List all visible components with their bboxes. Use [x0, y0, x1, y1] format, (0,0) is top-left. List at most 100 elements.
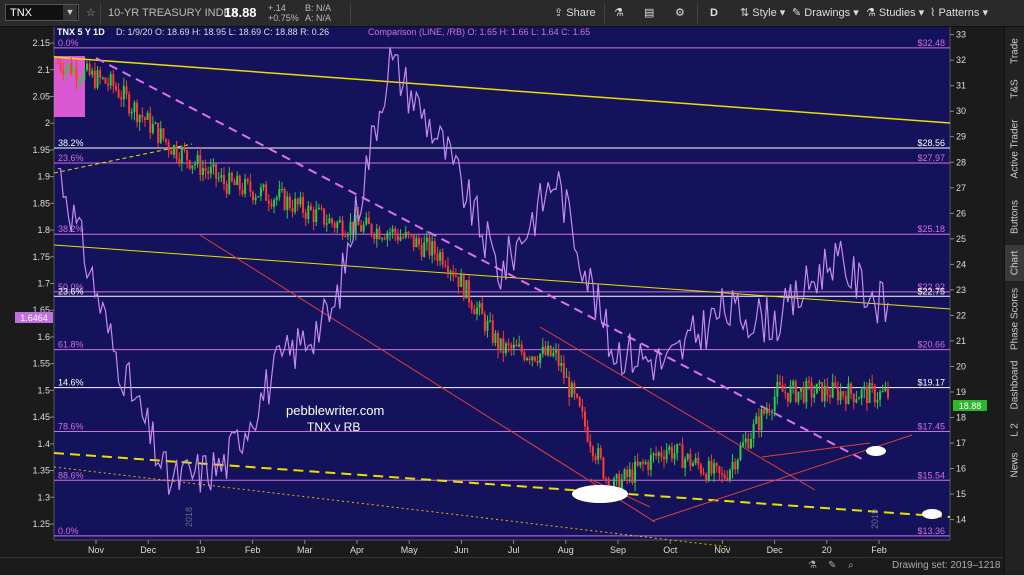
drawing-set-label: Drawing set: 2019–1218: [892, 560, 1001, 571]
candle-body: [507, 343, 510, 345]
candle-body: [273, 200, 276, 207]
candle-body: [439, 252, 442, 261]
fib-level-right-label: $27.97: [917, 153, 945, 163]
candle-body: [470, 302, 473, 310]
candle-body: [175, 145, 178, 159]
side-tab-news[interactable]: News: [1005, 447, 1024, 483]
fib-level-left-label: 88.6%: [58, 470, 84, 480]
candle-body: [489, 320, 492, 322]
x-axis-label: Jul: [508, 545, 520, 555]
candle-body: [244, 179, 247, 194]
right-axis-label: 32: [956, 55, 966, 65]
side-tab-t-s[interactable]: T&S: [1005, 71, 1024, 107]
candle-body: [544, 346, 547, 355]
candle-body: [586, 426, 589, 442]
candle-body: [826, 385, 829, 396]
candle-body: [868, 382, 871, 403]
candle-body: [452, 271, 455, 276]
candle-body: [209, 166, 212, 174]
candle-body: [873, 386, 876, 403]
side-tab-phase-scores[interactable]: Phase Scores: [1005, 283, 1024, 355]
side-tab-label: Chart: [1009, 250, 1021, 276]
candle-body: [420, 244, 423, 257]
gear-icon[interactable]: ⚙: [675, 0, 685, 26]
candle-body: [444, 264, 447, 267]
candle-body: [59, 62, 62, 70]
left-axis-label: 1.95: [32, 145, 50, 155]
candle-body: [763, 409, 766, 414]
highlight-ellipse-1: [572, 485, 628, 503]
candle-body: [172, 145, 175, 155]
candle-body: [689, 453, 692, 467]
side-tab-chart[interactable]: Chart: [1005, 245, 1024, 281]
side-tab-dashboard[interactable]: Dashboard: [1005, 357, 1024, 413]
candle-body: [850, 383, 853, 394]
side-tab-l-2[interactable]: L 2: [1005, 415, 1024, 445]
candle-body: [233, 180, 236, 185]
candle-body: [220, 175, 223, 178]
right-axis-label: 31: [956, 81, 966, 91]
candle-body: [486, 320, 489, 331]
flask-icon-bottom[interactable]: ⚗: [808, 560, 817, 571]
left-axis-label: 1.4: [37, 439, 50, 449]
x-axis-label: Nov: [88, 545, 105, 555]
candle-body: [805, 380, 808, 403]
favorite-star-icon[interactable]: ☆: [86, 0, 96, 26]
annotation-line-1: pebblewriter.com: [286, 403, 384, 418]
zoom-icon-bottom[interactable]: ⌕: [848, 560, 854, 571]
candle-body: [323, 208, 326, 225]
candle-body: [834, 382, 837, 387]
candle-body: [623, 469, 626, 480]
candle-body: [528, 358, 531, 361]
candle-body: [344, 236, 347, 238]
candle-body: [852, 393, 855, 403]
candle-body: [739, 446, 742, 460]
patterns-button[interactable]: ⌇ Patterns ▾: [930, 0, 988, 26]
candle-body: [468, 280, 471, 303]
candle-body: [755, 416, 758, 424]
candle-body: [644, 462, 647, 464]
highlight-ellipse-2: [866, 446, 886, 456]
edit-icon-bottom[interactable]: ✎: [828, 560, 836, 571]
candle-body: [815, 383, 818, 394]
pages-icon[interactable]: ▤: [644, 0, 654, 26]
candle-body: [275, 197, 278, 201]
candle-body: [354, 215, 357, 234]
side-tab-trade[interactable]: Trade: [1005, 33, 1024, 69]
side-tab-label: Buttons: [1009, 200, 1021, 234]
chart-area[interactable]: TNX 5 Y 1D D: 1/9/20 O: 18.69 H: 18.95 L…: [0, 27, 1003, 560]
candle-body: [341, 220, 344, 237]
studies-button[interactable]: ⚗ Studies ▾: [866, 0, 924, 26]
flask-icon[interactable]: ⚗: [614, 0, 624, 26]
chart-svg[interactable]: TNX 5 Y 1D D: 1/9/20 O: 18.69 H: 18.95 L…: [0, 27, 1003, 560]
candle-body: [125, 86, 128, 94]
symbol-input[interactable]: TNX ▼: [5, 4, 79, 21]
share-button[interactable]: ⇪ Share: [554, 0, 596, 26]
candle-body: [599, 448, 602, 458]
period-button[interactable]: D: [710, 0, 718, 26]
candle-body: [180, 148, 183, 163]
candle-body: [776, 381, 779, 397]
candle-body: [188, 160, 191, 169]
candle-body: [800, 387, 803, 392]
candle-body: [402, 236, 405, 238]
left-axis-label: 1.3: [37, 492, 50, 502]
candle-body: [230, 172, 233, 181]
side-tab-buttons[interactable]: Buttons: [1005, 191, 1024, 243]
candle-body: [836, 386, 839, 401]
candle-body: [568, 376, 571, 398]
candle-body: [399, 236, 402, 241]
candle-body: [433, 241, 436, 254]
candle-body: [167, 141, 170, 151]
candle-body: [652, 453, 655, 455]
candle-body: [431, 241, 434, 256]
style-button[interactable]: ⇅ Style ▾: [740, 0, 785, 26]
fib-level-right-label: $25.18: [917, 224, 945, 234]
candle-body: [694, 458, 697, 463]
drawings-button[interactable]: ✎ Drawings ▾: [792, 0, 859, 26]
x-axis-label: Sep: [610, 545, 626, 555]
side-tab-active-trader[interactable]: Active Trader: [1005, 109, 1024, 189]
dropdown-icon[interactable]: ▼: [63, 5, 77, 20]
candle-body: [149, 112, 152, 133]
candle-body: [99, 70, 102, 78]
